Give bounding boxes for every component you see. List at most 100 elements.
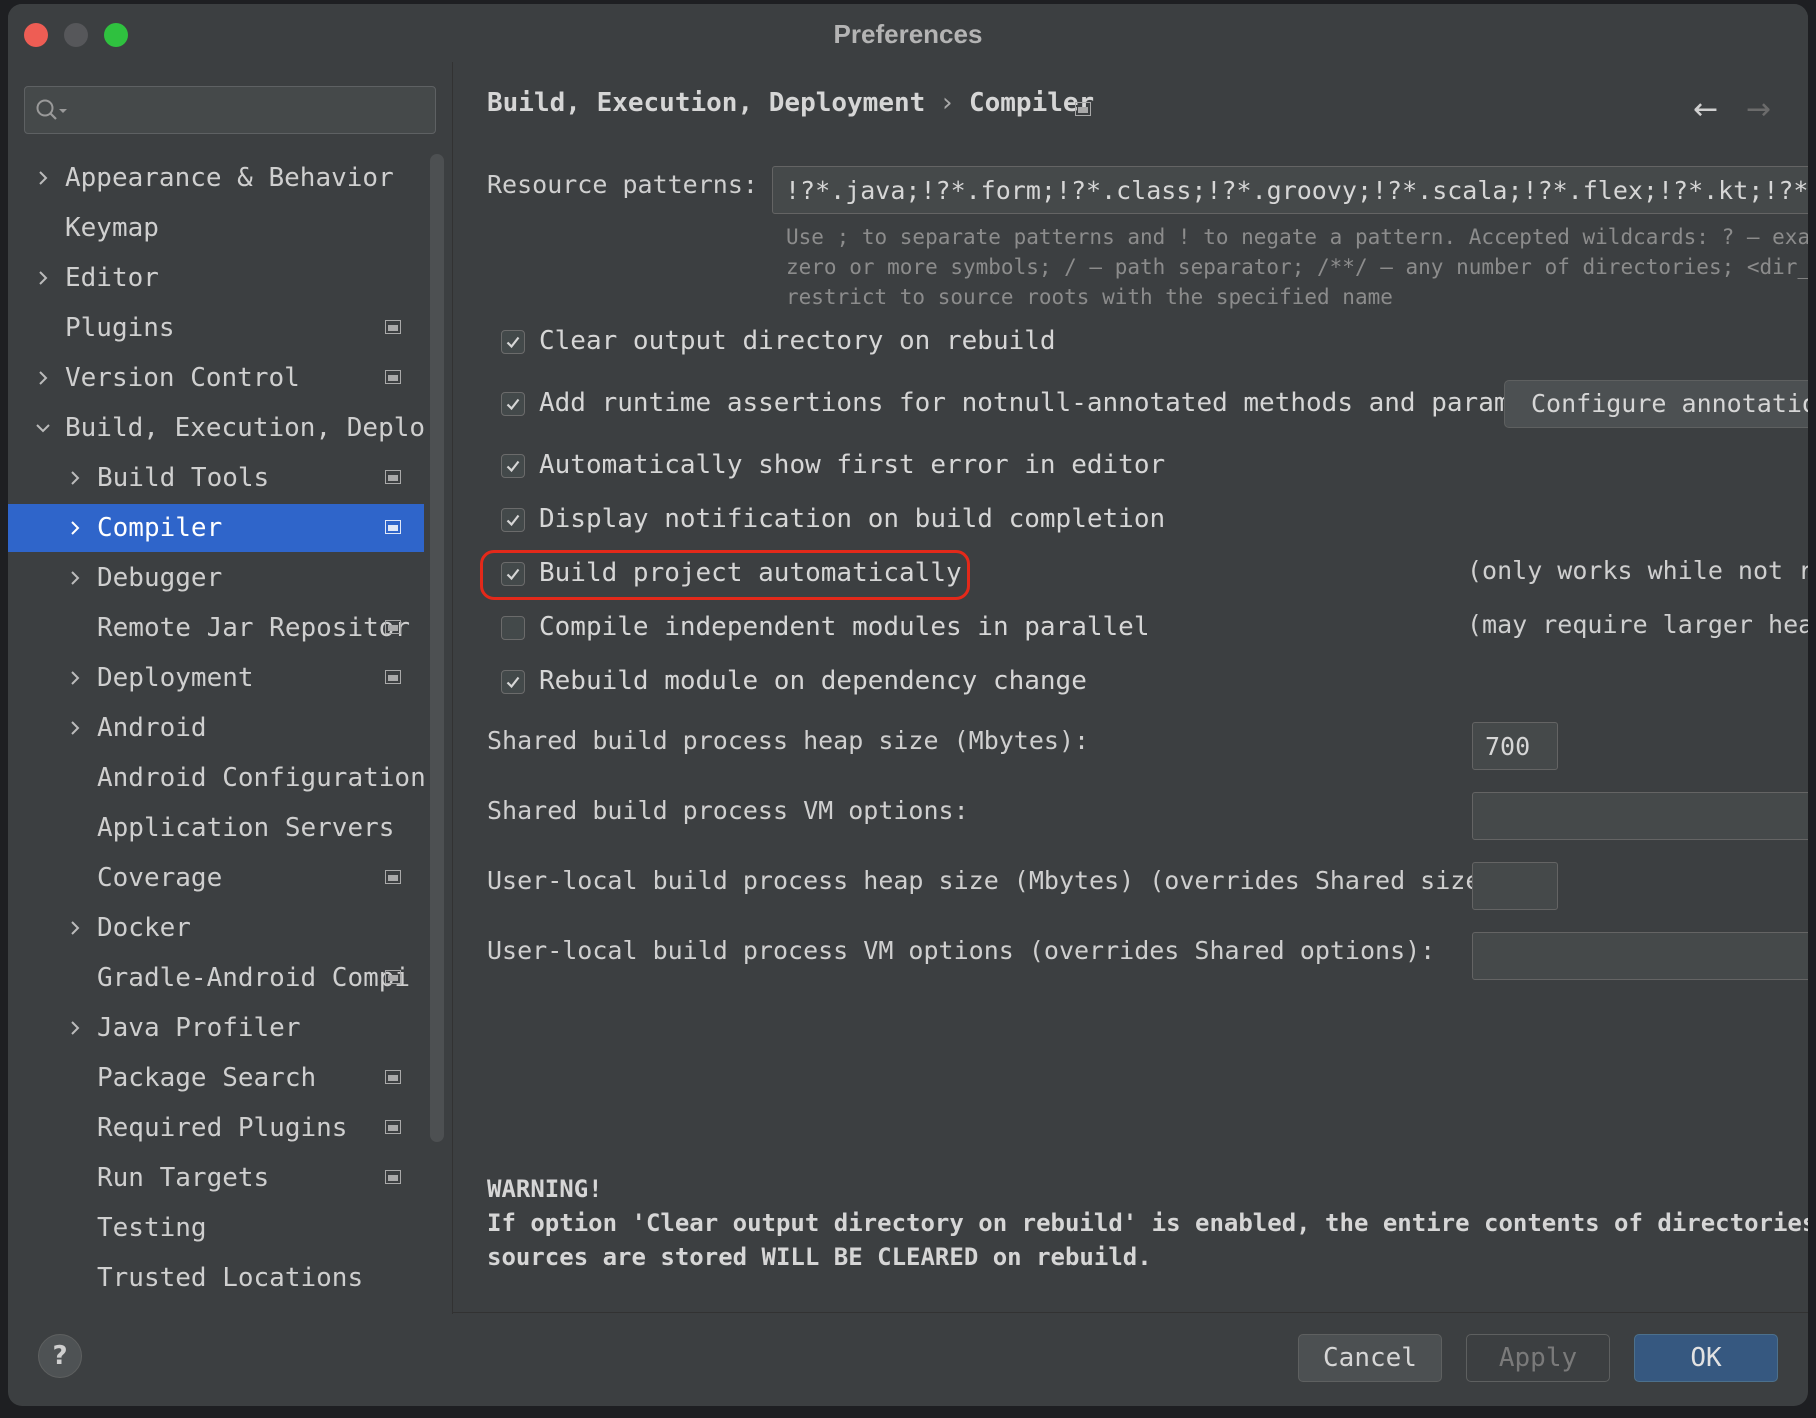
- ok-button[interactable]: OK: [1634, 1334, 1778, 1382]
- sidebar-item-label: Keymap: [65, 213, 159, 243]
- project-level-icon: [385, 320, 401, 334]
- sidebar-item-testing[interactable]: Testing: [8, 1204, 424, 1252]
- sidebar-item-java-profiler[interactable]: Java Profiler: [8, 1004, 424, 1052]
- sidebar-item-compiler[interactable]: Compiler: [8, 504, 424, 552]
- breadcrumb-separator: ›: [939, 88, 955, 118]
- hint-line-1: Use ; to separate patterns and ! to nega…: [786, 225, 1808, 249]
- chevron-right-icon[interactable]: [68, 471, 82, 485]
- title-bar: Preferences: [8, 4, 1808, 62]
- sidebar-item-keymap[interactable]: Keymap: [8, 204, 424, 252]
- project-level-icon: [385, 870, 401, 884]
- sidebar-item-label: Android: [97, 713, 207, 743]
- project-level-icon: [385, 970, 401, 984]
- display-notification-checkbox[interactable]: [501, 508, 525, 532]
- sidebar-item-package-search[interactable]: Package Search: [8, 1054, 424, 1102]
- settings-sidebar: Appearance & Behavior Keymap Editor Plugins…: [8, 62, 452, 1314]
- sidebar-item-label: Build Tools: [97, 463, 270, 493]
- sidebar-item-debugger[interactable]: Debugger: [8, 554, 424, 602]
- project-level-icon: [385, 1170, 401, 1184]
- user-vm-options-label: User-local build process VM options (ove…: [487, 936, 1436, 965]
- compile-parallel-checkbox[interactable]: [501, 616, 525, 640]
- shared-vm-options-input[interactable]: [1472, 792, 1808, 840]
- project-level-icon: [385, 520, 401, 534]
- project-level-icon: [385, 370, 401, 384]
- sidebar-item-android-configurations[interactable]: Android Configurations: [8, 754, 424, 802]
- sidebar-item-coverage[interactable]: Coverage: [8, 854, 424, 902]
- user-heap-input[interactable]: [1472, 862, 1558, 910]
- clear-output-checkbox[interactable]: [501, 330, 525, 354]
- runtime-assertions-label: Add runtime assertions for notnull-annot…: [539, 388, 1588, 418]
- settings-search-input[interactable]: [77, 95, 427, 125]
- sidebar-item-label: Run Targets: [97, 1163, 270, 1193]
- sidebar-item-label: Java Profiler: [97, 1013, 301, 1043]
- chevron-right-icon[interactable]: [68, 521, 82, 535]
- shared-heap-input[interactable]: [1472, 722, 1558, 770]
- sidebar-item-label: Version Control: [65, 363, 300, 393]
- sidebar-item-version-control[interactable]: Version Control: [8, 354, 424, 402]
- project-level-icon: [385, 1120, 401, 1134]
- sidebar-item-docker[interactable]: Docker: [8, 904, 424, 952]
- sidebar-item-build-execution-deployment[interactable]: Build, Execution, Deploy: [8, 404, 424, 452]
- user-heap-label: User-local build process heap size (Mbyt…: [487, 866, 1511, 895]
- help-button[interactable]: ?: [38, 1334, 82, 1378]
- sidebar-item-trusted-locations[interactable]: Trusted Locations: [8, 1254, 424, 1302]
- project-level-icon: [385, 470, 401, 484]
- breadcrumb-parent[interactable]: Build, Execution, Deployment: [487, 88, 925, 118]
- breadcrumb: Build, Execution, Deployment › Compiler: [487, 88, 1094, 118]
- chevron-right-icon[interactable]: [68, 671, 82, 685]
- sidebar-item-plugins[interactable]: Plugins: [8, 304, 424, 352]
- sidebar-item-deployment[interactable]: Deployment: [8, 654, 424, 702]
- sidebar-item-label: Debugger: [97, 563, 223, 593]
- warning-title: WARNING!: [487, 1175, 603, 1203]
- sidebar-item-run-targets[interactable]: Run Targets: [8, 1154, 424, 1202]
- project-level-icon: [1075, 102, 1091, 116]
- sidebar-item-application-servers[interactable]: Application Servers: [8, 804, 424, 852]
- sidebar-item-required-plugins[interactable]: Required Plugins: [8, 1104, 424, 1152]
- resource-patterns-input[interactable]: [772, 166, 1808, 214]
- sidebar-item-build-tools[interactable]: Build Tools: [8, 454, 424, 502]
- chevron-right-icon[interactable]: [68, 921, 82, 935]
- sidebar-item-label: Android Configurations: [97, 763, 424, 793]
- footer-divider: [453, 1312, 1808, 1313]
- sidebar-item-label: Plugins: [65, 313, 175, 343]
- sidebar-scrollbar[interactable]: [430, 154, 444, 1142]
- sidebar-item-editor[interactable]: Editor: [8, 254, 424, 302]
- project-level-icon: [385, 620, 401, 634]
- chevron-down-icon[interactable]: [36, 421, 50, 435]
- user-vm-options-input[interactable]: [1472, 932, 1808, 980]
- window-title: Preferences: [833, 19, 983, 49]
- configure-annotations-button[interactable]: Configure annotations: [1504, 380, 1808, 428]
- chevron-right-icon[interactable]: [36, 371, 50, 385]
- forward-arrow-icon[interactable]: →: [1746, 92, 1771, 127]
- sidebar-item-label: Editor: [65, 263, 159, 293]
- checkmark-icon: [506, 336, 520, 349]
- apply-button[interactable]: Apply: [1466, 1334, 1610, 1382]
- chevron-right-icon[interactable]: [36, 271, 50, 285]
- sidebar-item-appearance-behavior[interactable]: Appearance & Behavior: [8, 154, 424, 202]
- chevron-right-icon[interactable]: [36, 171, 50, 185]
- sidebar-item-label: Deployment: [97, 663, 254, 693]
- sidebar-item-label: Coverage: [97, 863, 223, 893]
- sidebar-item-label: Build, Execution, Deploy: [65, 413, 424, 443]
- cancel-button[interactable]: Cancel: [1298, 1334, 1442, 1382]
- sidebar-item-android[interactable]: Android: [8, 704, 424, 752]
- rebuild-on-dependency-checkbox[interactable]: [501, 670, 525, 694]
- warning-message: WARNING! If option 'Clear output directo…: [487, 1172, 1808, 1274]
- back-arrow-icon[interactable]: ←: [1693, 92, 1718, 127]
- show-first-error-checkbox[interactable]: [501, 454, 525, 478]
- settings-search-box[interactable]: [24, 86, 436, 134]
- chevron-right-icon[interactable]: [68, 1021, 82, 1035]
- sidebar-item-label: Required Plugins: [97, 1113, 348, 1143]
- sidebar-item-gradle-android-compiler[interactable]: Gradle-Android Compi: [8, 954, 424, 1002]
- show-first-error-label: Automatically show first error in editor: [539, 450, 1166, 480]
- warning-line-2: sources are stored WILL BE CLEARED on re…: [487, 1243, 1152, 1271]
- shared-heap-label: Shared build process heap size (Mbytes):: [487, 726, 1090, 755]
- highlight-annotation-ring: [480, 550, 970, 600]
- clear-output-label: Clear output directory on rebuild: [539, 326, 1056, 356]
- warning-line-1: If option 'Clear output directory on reb…: [487, 1209, 1808, 1237]
- chevron-right-icon[interactable]: [68, 721, 82, 735]
- chevron-right-icon[interactable]: [68, 571, 82, 585]
- runtime-assertions-checkbox[interactable]: [501, 392, 525, 416]
- project-level-icon: [385, 670, 401, 684]
- sidebar-item-remote-jar-repositories[interactable]: Remote Jar Repositor: [8, 604, 424, 652]
